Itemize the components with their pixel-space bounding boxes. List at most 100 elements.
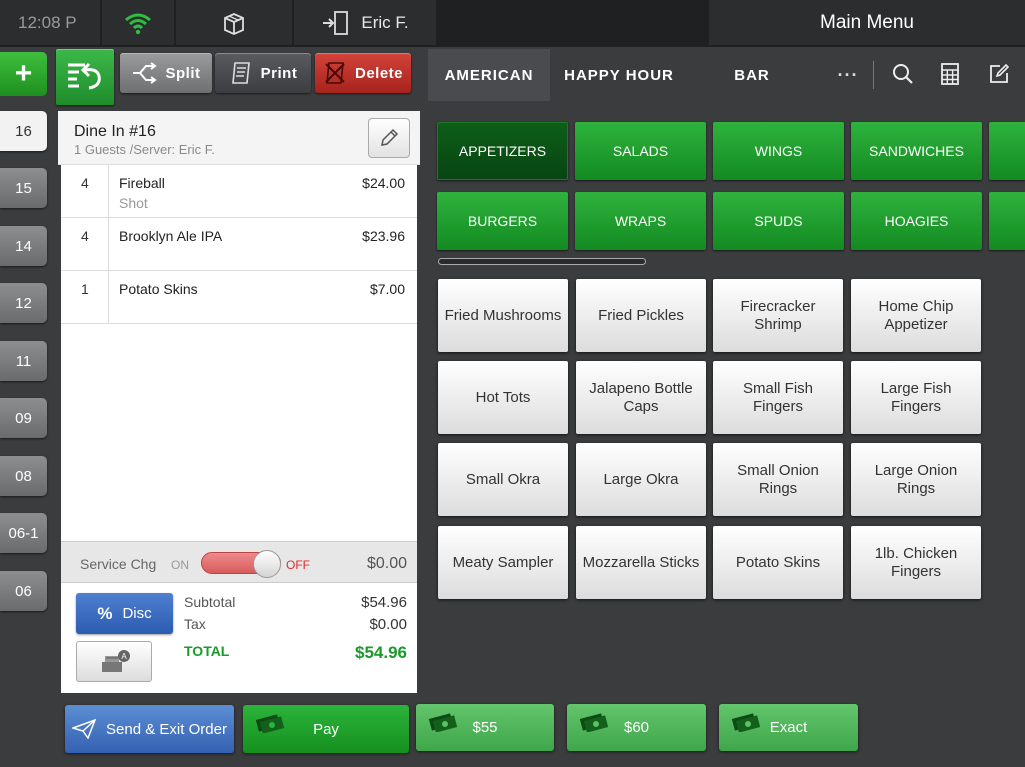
- table-tab-08[interactable]: 08: [0, 456, 47, 496]
- item-fried-mushrooms[interactable]: Fried Mushrooms: [438, 279, 568, 352]
- paper-plane-icon: [72, 719, 97, 739]
- service-charge-label: Service Chg: [80, 556, 157, 572]
- item-jalapeno-bottle-caps[interactable]: Jalapeno Bottle Caps: [576, 361, 706, 434]
- user-name: Eric F.: [361, 12, 409, 32]
- toolbar-divider: [873, 61, 874, 89]
- order-ticket: Dine In #16 1 Guests /Server: Eric F. 4 …: [58, 111, 420, 693]
- item-large-onion-rings[interactable]: Large Onion Rings: [851, 443, 981, 516]
- exit-door-icon: [323, 10, 349, 35]
- subcategory-wings[interactable]: WINGS: [713, 122, 844, 180]
- wifi-icon[interactable]: [102, 0, 174, 45]
- discount-button[interactable]: % Disc: [76, 593, 173, 634]
- item-mozzarella-sticks[interactable]: Mozzarella Sticks: [576, 526, 706, 599]
- ticket-header: Dine In #16 1 Guests /Server: Eric F.: [58, 111, 420, 165]
- cash-register-icon: A: [102, 649, 130, 672]
- item-chicken-fingers[interactable]: 1lb. Chicken Fingers: [851, 526, 981, 599]
- order-subtitle: 1 Guests /Server: Eric F.: [74, 142, 215, 157]
- line-qty: 4: [81, 228, 89, 244]
- subtotal-value: $54.96: [361, 594, 407, 611]
- pay-exact-button[interactable]: Exact: [719, 704, 858, 751]
- line-qty: 1: [81, 281, 89, 297]
- add-order-button[interactable]: +: [0, 52, 47, 96]
- subtotal-label: Subtotal: [184, 594, 236, 610]
- back-arrow-icon: [68, 62, 101, 90]
- subcategory-scrollbar[interactable]: [438, 258, 646, 265]
- subcategory-burgers[interactable]: BURGERS: [437, 192, 568, 250]
- quick-pay-60-button[interactable]: $60: [567, 704, 706, 751]
- item-large-fish-fingers[interactable]: Large Fish Fingers: [851, 361, 981, 434]
- takeout-box-icon[interactable]: [176, 0, 292, 45]
- subcategory-salads[interactable]: SALADS: [575, 122, 706, 180]
- table-tab-06-1[interactable]: 06-1: [0, 513, 47, 553]
- line-items: 4 Fireball Shot $24.00 4 Brooklyn Ale IP…: [61, 165, 417, 324]
- subcategory-hoagies[interactable]: HOAGIES: [851, 192, 982, 250]
- totals-section: % Disc A Subtotal $54.96 Tax $0.00 TOTAL…: [61, 584, 417, 693]
- table-tab-12[interactable]: 12: [0, 283, 47, 323]
- line-item[interactable]: 1 Potato Skins $7.00: [61, 271, 417, 324]
- tab-happy-hour[interactable]: HAPPY HOUR: [550, 49, 688, 101]
- item-small-okra[interactable]: Small Okra: [438, 443, 568, 516]
- table-tab-15[interactable]: 15: [0, 168, 47, 208]
- cash-icon: [579, 713, 609, 732]
- line-note: Shot: [119, 195, 148, 211]
- line-price: $24.00: [362, 175, 405, 191]
- service-charge-row: Service Chg ON OFF $0.00: [61, 541, 417, 583]
- tab-american[interactable]: AMERICAN: [428, 49, 550, 101]
- line-item[interactable]: 4 Brooklyn Ale IPA $23.96: [61, 218, 417, 271]
- subcategory-spuds[interactable]: SPUDS: [713, 192, 844, 250]
- user-logout-button[interactable]: Eric F.: [294, 0, 436, 45]
- calculator-icon[interactable]: [937, 61, 963, 87]
- tax-value: $0.00: [369, 616, 407, 633]
- line-price: $23.96: [362, 228, 405, 244]
- order-title: Dine In #16: [74, 123, 156, 140]
- page-title: Main Menu: [709, 0, 1025, 45]
- table-tab-09[interactable]: 09: [0, 398, 47, 438]
- print-button[interactable]: Print: [215, 53, 311, 93]
- line-item[interactable]: 4 Fireball Shot $24.00: [61, 165, 417, 218]
- item-hot-tots[interactable]: Hot Tots: [438, 361, 568, 434]
- subcategory-appetizers[interactable]: APPETIZERS: [437, 122, 568, 180]
- toggle-knob[interactable]: [253, 550, 281, 578]
- more-tabs-button[interactable]: ···: [824, 49, 872, 101]
- cash-icon: [428, 713, 458, 732]
- cash-icon: [255, 714, 285, 733]
- table-tab-06[interactable]: 06: [0, 571, 47, 611]
- item-fried-pickles[interactable]: Fried Pickles: [576, 279, 706, 352]
- edit-order-button[interactable]: [368, 118, 410, 158]
- subcategory-sandwiches[interactable]: SANDWICHES: [851, 122, 982, 180]
- subcategory-overflow[interactable]: [989, 192, 1025, 250]
- service-charge-toggle[interactable]: [201, 550, 281, 578]
- compose-icon[interactable]: [986, 61, 1012, 87]
- svg-text:A: A: [121, 652, 127, 661]
- item-small-onion-rings[interactable]: Small Onion Rings: [713, 443, 843, 516]
- tab-bar[interactable]: BAR: [702, 49, 802, 101]
- subcategory-overflow[interactable]: [989, 122, 1025, 180]
- category-tabs: AMERICAN HAPPY HOUR BAR ···: [420, 49, 1025, 101]
- service-charge-amount: $0.00: [366, 555, 407, 572]
- search-icon[interactable]: [890, 61, 916, 87]
- item-potato-skins[interactable]: Potato Skins: [713, 526, 843, 599]
- table-tab-14[interactable]: 14: [0, 226, 47, 266]
- item-home-chip-appetizer[interactable]: Home Chip Appetizer: [851, 279, 981, 352]
- split-button[interactable]: Split: [120, 53, 212, 93]
- split-arrows-icon: [132, 62, 157, 84]
- line-price: $7.00: [369, 281, 405, 297]
- delete-button[interactable]: Delete: [315, 53, 411, 93]
- ticket-toolbar: Split Print Delete: [56, 49, 420, 107]
- send-exit-order-button[interactable]: Send & Exit Order: [65, 705, 234, 753]
- back-button[interactable]: [56, 49, 114, 105]
- item-small-fish-fingers[interactable]: Small Fish Fingers: [713, 361, 843, 434]
- item-meaty-sampler[interactable]: Meaty Sampler: [438, 526, 568, 599]
- pay-button[interactable]: Pay: [243, 705, 409, 753]
- toggle-on-label: ON: [171, 558, 189, 572]
- table-tab-11[interactable]: 11: [0, 341, 47, 381]
- item-large-okra[interactable]: Large Okra: [576, 443, 706, 516]
- subcategory-wraps[interactable]: WRAPS: [575, 192, 706, 250]
- item-firecracker-shrimp[interactable]: Firecracker Shrimp: [713, 279, 843, 352]
- line-name: Potato Skins: [119, 281, 198, 297]
- table-tab-16[interactable]: 16: [0, 111, 47, 151]
- quick-pay-55-button[interactable]: $55: [416, 704, 554, 751]
- toggle-off-label: OFF: [286, 558, 310, 572]
- top-bar: 12:08 P Eric F. Main Menu: [0, 0, 1025, 47]
- cash-drawer-button[interactable]: A: [76, 641, 152, 682]
